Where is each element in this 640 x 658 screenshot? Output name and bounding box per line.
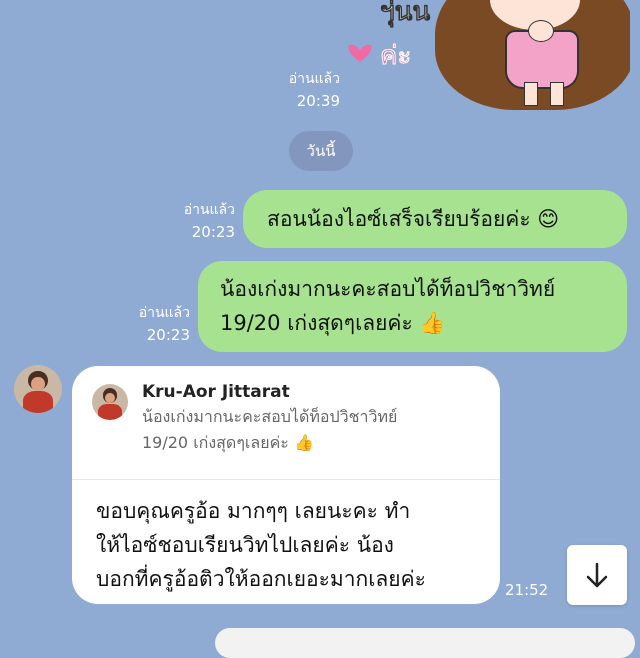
message-time: 20:39 bbox=[296, 92, 340, 110]
message-input-bar[interactable] bbox=[215, 628, 635, 658]
scroll-to-bottom-button[interactable] bbox=[567, 545, 627, 605]
read-receipt: อ่านแล้ว bbox=[138, 305, 190, 321]
sticker-text-line1: ฯุ่นน bbox=[380, 0, 430, 27]
message-text-line: ให้ไอซ์ชอบเรียนวิทไปเลยค่ะ น้อง bbox=[96, 533, 394, 557]
outgoing-message[interactable]: น้องเก่งมากนะคะสอบได้ท็อปวิชาวิทย์ 19/20… bbox=[198, 261, 627, 352]
message-time: 21:52 bbox=[505, 581, 549, 599]
message-text-line: น้องเก่งมากนะคะสอบได้ท็อปวิชาวิทย์ bbox=[220, 277, 556, 301]
heart-icon bbox=[348, 44, 372, 62]
message-text-line: ขอบคุณครูอ้อ มากๆๆ เลยนะคะ ทำ bbox=[96, 499, 411, 523]
sticker-text-line2: ค่ะ bbox=[380, 41, 411, 71]
message-text-line: บอกที่ครูอ้อติวให้ออกเยอะมากเลยค่ะ bbox=[96, 567, 426, 591]
reply-text-line: 19/20 เก่งสุดๆเลยค่ะ 👍 bbox=[142, 433, 314, 452]
read-receipt: อ่านแล้ว bbox=[288, 71, 340, 87]
message-time: 20:23 bbox=[191, 223, 235, 241]
sticker-image[interactable]: ฯุ่นน ค่ะ bbox=[340, 0, 630, 112]
sender-avatar[interactable] bbox=[14, 365, 62, 413]
reply-divider bbox=[72, 479, 500, 480]
outgoing-message[interactable]: สอนน้องไอซ์เสร็จเรียบร้อยค่ะ 😊 bbox=[243, 190, 627, 248]
message-text: สอนน้องไอซ์เสร็จเรียบร้อยค่ะ 😊 bbox=[267, 206, 560, 231]
read-receipt: อ่านแล้ว bbox=[183, 202, 235, 218]
message-text-line: 19/20 เก่งสุดๆเลยค่ะ 👍 bbox=[220, 311, 446, 335]
sticker-girl-hands bbox=[528, 20, 554, 42]
message-time: 20:23 bbox=[146, 326, 190, 344]
reply-text-line: น้องเก่งมากนะคะสอบได้ท็อปวิชาวิทย์ bbox=[142, 407, 398, 426]
sticker-girl-leg bbox=[550, 82, 564, 106]
sticker-girl-leg bbox=[524, 82, 538, 106]
reply-sender-name: Kru-Aor Jittarat bbox=[142, 382, 290, 402]
date-separator: วันนี้ bbox=[289, 131, 353, 171]
incoming-message[interactable]: Kru-Aor Jittarat น้องเก่งมากนะคะสอบได้ท็… bbox=[72, 366, 500, 604]
reply-preview[interactable]: น้องเก่งมากนะคะสอบได้ท็อปวิชาวิทย์ 19/20… bbox=[142, 404, 397, 456]
arrow-down-icon bbox=[586, 562, 608, 588]
reply-avatar bbox=[92, 384, 128, 420]
message-text: ขอบคุณครูอ้อ มากๆๆ เลยนะคะ ทำ ให้ไอซ์ชอบ… bbox=[96, 494, 426, 596]
